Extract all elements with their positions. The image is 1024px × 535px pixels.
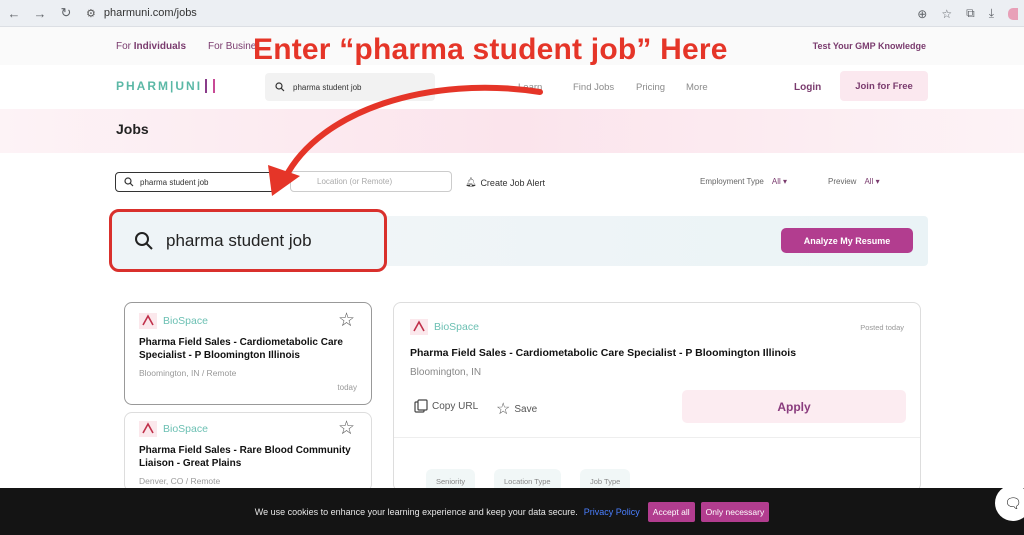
job-time: today	[337, 383, 357, 392]
header-search-input[interactable]: pharma student job	[265, 73, 435, 101]
reload-icon[interactable]: ↻	[58, 5, 74, 21]
cookie-text: We use cookies to enhance your learning …	[254, 506, 578, 517]
chat-icon[interactable]: 🗨︎	[995, 485, 1024, 521]
job-title: Pharma Field Sales - Rare Blood Communit…	[139, 445, 351, 469]
company-label: BioSpace	[139, 313, 208, 329]
job-card[interactable]: BioSpace ☆ Pharma Field Sales - Rare Blo…	[124, 412, 372, 492]
job-location: Denver, CO / Remote	[139, 476, 221, 486]
privacy-policy-link[interactable]: Privacy Policy	[584, 507, 640, 517]
bell-icon: 🔔︎	[465, 177, 477, 187]
employment-type-value: All	[771, 177, 781, 186]
company-name: BioSpace	[163, 423, 208, 435]
location-input[interactable]: Location (or Remote)	[290, 171, 452, 192]
biospace-logo-icon	[139, 313, 157, 329]
company-name: BioSpace	[163, 315, 208, 327]
detail-job-location: Bloomington, IN	[410, 367, 482, 378]
cookie-banner: We use cookies to enhance your learning …	[0, 488, 1024, 535]
logo-bars-icon	[205, 79, 216, 93]
divider	[394, 437, 920, 438]
accept-all-button[interactable]: Accept all	[647, 501, 695, 522]
create-job-alert-label: Create Job Alert	[480, 177, 545, 188]
job-card[interactable]: BioSpace ☆ Pharma Field Sales - Cardiome…	[124, 302, 372, 405]
browser-toolbar: ← → ↻ ⚙ pharmuni.com/jobs ⊕ ☆ ⧉ ⤓	[0, 0, 1024, 27]
login-link[interactable]: Login	[794, 82, 821, 93]
company-label: BioSpace	[410, 319, 479, 335]
preview-filter[interactable]: Preview All ▾	[828, 177, 880, 186]
forward-icon[interactable]: →	[32, 5, 48, 21]
preview-label: Preview	[828, 177, 857, 186]
address-bar[interactable]: ⚙ pharmuni.com/jobs	[86, 2, 946, 24]
job-search-value: pharma student job	[140, 177, 209, 187]
employment-type-label: Employment Type	[700, 177, 764, 186]
search-icon	[135, 231, 153, 250]
zoom-icon[interactable]: ⊕	[917, 7, 927, 21]
annotation-text: Enter “pharma student job” Here	[253, 33, 728, 66]
highlighted-search-value: pharma student job	[166, 230, 312, 250]
pharmuni-logo[interactable]: PHARM|UNI	[116, 79, 216, 93]
star-icon[interactable]: ☆	[338, 311, 355, 330]
for-individuals-link[interactable]: For Individuals	[116, 41, 186, 52]
highlighted-search-input[interactable]: pharma student job	[109, 209, 387, 272]
site-header: PHARM|UNI pharma student job Learn Find …	[0, 65, 1024, 109]
star-icon: ☆	[496, 401, 511, 418]
posted-date: Posted today	[860, 323, 904, 332]
biospace-logo-icon	[410, 319, 428, 335]
site-info-icon[interactable]: ⚙	[86, 7, 96, 20]
job-title: Pharma Field Sales - Cardiometabolic Car…	[139, 337, 343, 361]
chevron-down-icon: ▾	[875, 177, 880, 186]
company-name: BioSpace	[434, 321, 479, 333]
create-job-alert-button[interactable]: 🔔︎ Create Job Alert	[465, 177, 545, 188]
copy-url-label: Copy URL	[432, 400, 479, 412]
nav-more[interactable]: More	[686, 82, 708, 93]
employment-type-filter[interactable]: Employment Type All ▾	[700, 177, 787, 186]
job-location: Bloomington, IN / Remote	[139, 368, 237, 378]
search-icon	[275, 82, 285, 92]
profile-avatar[interactable]	[1008, 7, 1018, 20]
job-detail-panel: BioSpace Posted today Pharma Field Sales…	[393, 302, 921, 493]
extensions-icon[interactable]: ⧉	[966, 6, 975, 21]
star-icon[interactable]: ☆	[338, 419, 355, 438]
job-search-input[interactable]: pharma student job	[115, 172, 275, 192]
for-business-link[interactable]: For Busine	[208, 41, 256, 52]
search-icon	[124, 177, 134, 187]
biospace-logo-icon	[139, 421, 157, 437]
analyze-resume-button[interactable]: Analyze My Resume	[781, 228, 913, 253]
detail-job-title: Pharma Field Sales - Cardiometabolic Car…	[410, 347, 797, 359]
bookmark-star-icon[interactable]: ☆	[941, 7, 952, 21]
logo-text: PHARM|UNI	[116, 79, 203, 93]
chevron-down-icon: ▾	[783, 177, 788, 186]
gmp-test-link[interactable]: Test Your GMP Knowledge	[813, 41, 926, 51]
nav-learn[interactable]: Learn	[518, 82, 542, 93]
nav-find-jobs[interactable]: Find Jobs	[573, 82, 614, 93]
company-label: BioSpace	[139, 421, 208, 437]
url-text: pharmuni.com/jobs	[103, 7, 197, 19]
preview-value: All	[864, 177, 874, 186]
apply-button[interactable]: Apply	[682, 390, 906, 423]
copy-icon	[414, 399, 428, 413]
save-label: Save	[514, 403, 538, 415]
nav-pricing[interactable]: Pricing	[636, 82, 665, 93]
back-icon[interactable]: ←	[6, 5, 22, 21]
save-job-button[interactable]: ☆ Save	[496, 399, 537, 419]
page-title: Jobs	[116, 121, 149, 137]
copy-url-button[interactable]: Copy URL	[414, 399, 478, 413]
download-icon[interactable]: ⤓	[989, 6, 994, 21]
page-title-band	[0, 109, 1024, 153]
header-search-value: pharma student job	[293, 82, 362, 92]
for-individuals-bold: Individuals	[133, 41, 187, 52]
only-necessary-button[interactable]: Only necessary	[700, 501, 770, 522]
for-individuals-prefix: For	[116, 41, 131, 52]
join-for-free-button[interactable]: Join for Free	[840, 71, 928, 101]
